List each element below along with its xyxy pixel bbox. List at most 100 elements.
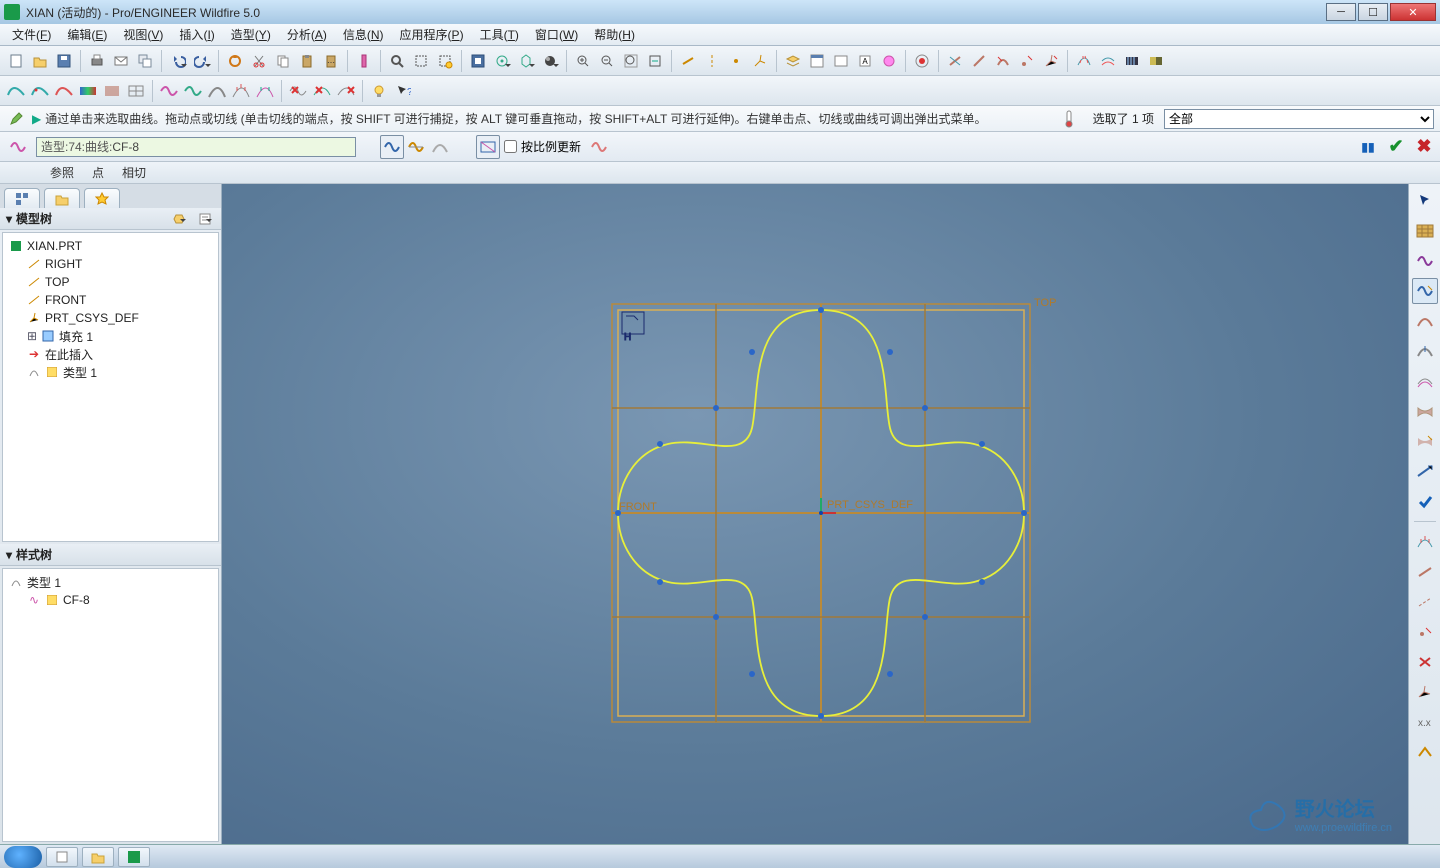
slide-tab-points[interactable]: 点 xyxy=(92,164,104,181)
repaint-icon[interactable] xyxy=(643,49,667,73)
rail-curve-create-icon[interactable] xyxy=(1412,248,1438,274)
style-curve-b-icon[interactable] xyxy=(181,79,205,103)
analysis-reflect-icon[interactable] xyxy=(1120,49,1144,73)
analysis-shade-icon[interactable] xyxy=(1144,49,1168,73)
lightbulb-icon[interactable] xyxy=(367,79,391,103)
minimize-button[interactable]: ─ xyxy=(1326,3,1356,21)
menu-style[interactable]: 造型(Y) xyxy=(223,24,279,45)
menu-view[interactable]: 视图(V) xyxy=(115,24,171,45)
datum-axis-toggle-icon[interactable] xyxy=(700,49,724,73)
annot-display-icon[interactable]: A xyxy=(853,49,877,73)
style-curve[interactable]: ∿CF-8 xyxy=(5,591,216,609)
print-icon[interactable] xyxy=(85,49,109,73)
rail-surface-edit-icon[interactable] xyxy=(1412,428,1438,454)
paste-special-icon[interactable]: ⋯ xyxy=(319,49,343,73)
copy-icon[interactable] xyxy=(271,49,295,73)
dash-opt3-icon[interactable] xyxy=(428,135,452,159)
style-tree-body[interactable]: 类型 1 ∿CF-8 xyxy=(2,568,219,842)
new-icon[interactable] xyxy=(4,49,28,73)
task-item[interactable] xyxy=(118,847,150,867)
mapkey-icon[interactable] xyxy=(352,49,376,73)
analysis-curvature-icon[interactable] xyxy=(1072,49,1096,73)
menu-edit[interactable]: 编辑(E) xyxy=(59,24,115,45)
rail-sketch-icon[interactable] xyxy=(1412,739,1438,765)
close-button[interactable]: ✕ xyxy=(1390,3,1436,21)
datum-plane-icon[interactable] xyxy=(943,49,967,73)
style-tool-3-icon[interactable] xyxy=(52,79,76,103)
task-item[interactable] xyxy=(46,847,78,867)
style-curve-a-icon[interactable] xyxy=(157,79,181,103)
dash-update-checkbox[interactable]: 按比例更新 xyxy=(504,138,581,155)
slide-tab-tangent[interactable]: 相切 xyxy=(122,164,146,181)
shade-icon[interactable] xyxy=(538,49,562,73)
tree-csys[interactable]: PRT_CSYS_DEF xyxy=(5,309,216,327)
redo-icon[interactable] xyxy=(190,49,214,73)
nav-tab-favorites[interactable] xyxy=(84,188,120,208)
rail-select-icon[interactable] xyxy=(1412,188,1438,214)
menu-analysis[interactable]: 分析(A) xyxy=(279,24,335,45)
rail-analysis-a-icon[interactable] xyxy=(1412,529,1438,555)
rail-drop-curve-icon[interactable] xyxy=(1412,338,1438,364)
render-icon[interactable] xyxy=(910,49,934,73)
style-root[interactable]: 类型 1 xyxy=(5,573,216,591)
tree-fill[interactable]: ⊞填充 1 xyxy=(5,327,216,345)
rail-done-icon[interactable] xyxy=(1412,488,1438,514)
menu-file[interactable]: 文件(F) xyxy=(4,24,59,45)
regen-icon[interactable] xyxy=(223,49,247,73)
maximize-button[interactable]: ☐ xyxy=(1358,3,1388,21)
tree-datum-front[interactable]: FRONT xyxy=(5,291,216,309)
datum-point-toggle-icon[interactable] xyxy=(724,49,748,73)
style-tool-2-icon[interactable] xyxy=(28,79,52,103)
datum-curve-icon[interactable] xyxy=(991,49,1015,73)
tree-insert-here[interactable]: ➔在此插入 xyxy=(5,345,216,363)
style-del-c-icon[interactable] xyxy=(334,79,358,103)
datum-plane-toggle-icon[interactable] xyxy=(676,49,700,73)
select-filter-icon[interactable] xyxy=(433,49,457,73)
rail-grid-icon[interactable] xyxy=(1412,218,1438,244)
style-mesh-icon[interactable] xyxy=(124,79,148,103)
layers-icon[interactable] xyxy=(781,49,805,73)
model-tree-body[interactable]: XIAN.PRT RIGHT TOP FRONT PRT_CSYS_DEF ⊞填… xyxy=(2,232,219,542)
graphics-viewport[interactable]: H TOP FRONT PRT_CSYS_DEF xyxy=(222,184,1408,844)
selection-filter-select[interactable]: 全部 xyxy=(1164,109,1434,129)
model-display-icon[interactable] xyxy=(829,49,853,73)
menu-info[interactable]: 信息(N) xyxy=(335,24,392,45)
start-button[interactable] xyxy=(4,846,42,868)
nav-tab-folder[interactable] xyxy=(44,188,80,208)
style-del-b-icon[interactable] xyxy=(310,79,334,103)
datum-csys-icon[interactable] xyxy=(1039,49,1063,73)
tree-show-icon[interactable] xyxy=(195,210,215,228)
tree-settings-icon[interactable] xyxy=(169,210,189,228)
save-icon[interactable] xyxy=(52,49,76,73)
style-surface-icon[interactable] xyxy=(100,79,124,103)
mail-icon[interactable] xyxy=(109,49,133,73)
tree-feature[interactable]: 类型 1 xyxy=(5,363,216,381)
tree-datum-right[interactable]: RIGHT xyxy=(5,255,216,273)
rail-offset-curve-icon[interactable] xyxy=(1412,368,1438,394)
rail-cos-curve-icon[interactable] xyxy=(1412,308,1438,334)
dash-scale-icon[interactable] xyxy=(476,135,500,159)
zoom-in-icon[interactable] xyxy=(571,49,595,73)
paste-icon[interactable] xyxy=(295,49,319,73)
menu-application[interactable]: 应用程序(P) xyxy=(392,24,472,45)
dash-cancel-button[interactable]: ✖ xyxy=(1414,137,1434,157)
select-box-icon[interactable] xyxy=(409,49,433,73)
menu-window[interactable]: 窗口(W) xyxy=(527,24,586,45)
orient-icon[interactable] xyxy=(514,49,538,73)
slide-tab-ref[interactable]: 参照 xyxy=(50,164,74,181)
dash-curve-field[interactable]: 造型:74:曲线:CF-8 xyxy=(36,137,356,157)
dash-ok-button[interactable]: ✔ xyxy=(1386,137,1406,157)
menu-tools[interactable]: 工具(T) xyxy=(472,24,527,45)
rail-dim-icon[interactable]: x.x xyxy=(1412,709,1438,735)
style-del-a-icon[interactable] xyxy=(286,79,310,103)
copy-workspace-icon[interactable] xyxy=(133,49,157,73)
dash-pause-button[interactable]: ▮▮ xyxy=(1358,137,1378,157)
cut-icon[interactable] xyxy=(247,49,271,73)
dash-opt1-icon[interactable] xyxy=(380,135,404,159)
taskbar[interactable] xyxy=(0,844,1440,868)
style-tool-1-icon[interactable] xyxy=(4,79,28,103)
rail-axis-icon[interactable] xyxy=(1412,589,1438,615)
tree-datum-top[interactable]: TOP xyxy=(5,273,216,291)
rail-connect-icon[interactable] xyxy=(1412,458,1438,484)
rail-delete-icon[interactable] xyxy=(1412,649,1438,675)
